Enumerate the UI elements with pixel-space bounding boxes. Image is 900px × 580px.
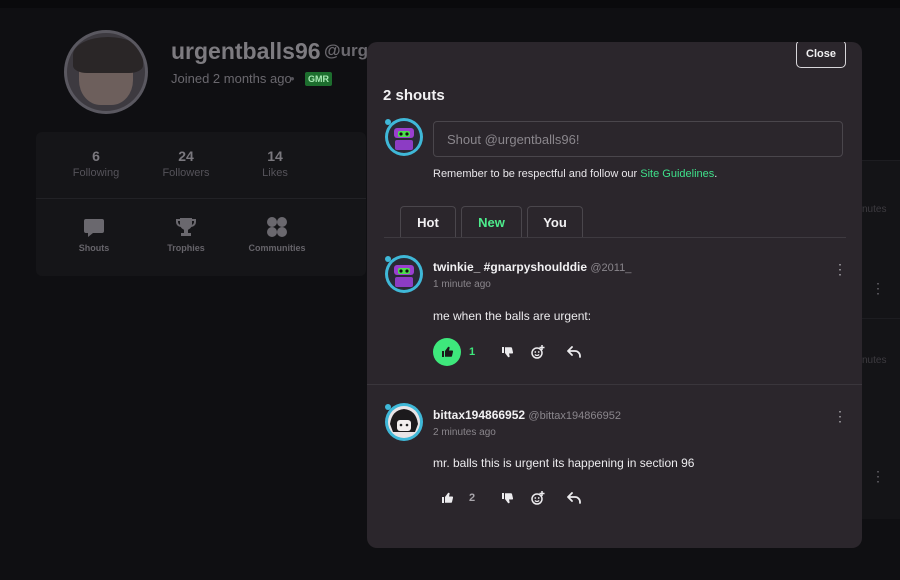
guidelines-notice: Remember to be respectful and follow our… (433, 168, 717, 180)
more-options-icon[interactable]: ⋮ (833, 262, 847, 276)
shout-count: 2 shouts (383, 87, 445, 104)
background-kebab-icon[interactable]: ⋮ (871, 468, 885, 485)
post-time: 1 minute ago (433, 279, 491, 290)
add-reaction-icon[interactable] (531, 338, 545, 366)
background-time-fragment: nutes (862, 204, 887, 215)
like-action[interactable]: 1 (433, 338, 475, 366)
profile-avatar[interactable] (64, 30, 148, 114)
post-divider (367, 384, 862, 385)
stat-label: Following (72, 167, 120, 179)
communities-icon (266, 216, 288, 238)
tabs-divider (384, 237, 846, 238)
nav-communities[interactable]: Communities (237, 216, 317, 253)
like-count: 2 (469, 492, 476, 504)
post-author[interactable]: bittax194866952 @bittax194866952 (433, 408, 621, 422)
author-handle: @bittax194866952 (528, 410, 621, 422)
post-author[interactable]: twinkie_ #gnarpyshoulddie @2011_ (433, 260, 631, 274)
author-handle: @2011_ (590, 262, 632, 274)
add-reaction-icon[interactable] (531, 484, 545, 512)
like-action[interactable]: 2 (433, 484, 475, 512)
close-button[interactable]: Close (796, 42, 846, 68)
stat-value: 14 (267, 148, 283, 164)
gmr-badge: GMR (305, 72, 332, 86)
post-avatar[interactable] (384, 254, 424, 294)
reply-icon[interactable] (567, 338, 581, 366)
guidelines-suffix: . (714, 168, 718, 180)
divider (36, 198, 366, 199)
stat-label: Followers (162, 167, 210, 179)
post-time: 2 minutes ago (433, 427, 496, 438)
profile-username: urgentballs96 (171, 38, 321, 64)
nav-label: Shouts (78, 243, 110, 253)
stat-likes[interactable]: 14 Likes (235, 148, 315, 179)
my-avatar (384, 117, 424, 157)
tab-you[interactable]: You (527, 206, 583, 238)
author-name: bittax194866952 (433, 408, 526, 422)
stat-label: Likes (262, 167, 288, 179)
joined-separator: • (290, 71, 295, 86)
post-avatar[interactable] (384, 402, 424, 442)
more-options-icon[interactable]: ⋮ (833, 409, 847, 423)
background-time-fragment: nutes (862, 355, 887, 366)
stat-followers[interactable]: 24 Followers (146, 148, 226, 179)
nav-trophies[interactable]: Trophies (146, 216, 226, 253)
site-guidelines-link[interactable]: Site Guidelines (640, 168, 714, 180)
avatar-hair (73, 37, 143, 73)
shout-input[interactable] (433, 121, 843, 157)
stat-value: 24 (178, 148, 194, 164)
reply-icon[interactable] (567, 484, 581, 512)
thumbs-up-icon[interactable] (433, 484, 461, 512)
profile-joined: Joined 2 months ago (171, 71, 292, 86)
background-kebab-icon[interactable]: ⋮ (871, 280, 885, 297)
trophy-icon (175, 216, 197, 238)
stat-value: 6 (92, 148, 100, 164)
guidelines-text: Remember to be respectful and follow our (433, 168, 641, 180)
stats-card: 6 Following 24 Followers 14 Likes Shouts… (36, 132, 366, 276)
tab-new[interactable]: New (461, 206, 522, 238)
author-name: twinkie_ #gnarpyshoulddie (433, 260, 588, 274)
shouts-modal: Close 2 shouts Remember to be respectful… (367, 42, 862, 548)
thumbs-up-icon[interactable] (433, 338, 461, 366)
background-shout-card (860, 318, 900, 519)
post-body: me when the balls are urgent: (433, 309, 592, 323)
like-count: 1 (469, 346, 476, 358)
stat-following[interactable]: 6 Following (56, 148, 136, 179)
nav-label: Communities (248, 243, 306, 253)
tab-hot[interactable]: Hot (400, 206, 456, 238)
thumbs-down-icon[interactable] (501, 338, 513, 366)
post-body: mr. balls this is urgent its happening i… (433, 456, 695, 470)
nav-shouts[interactable]: Shouts (54, 216, 134, 253)
nav-label: Trophies (167, 243, 205, 253)
thumbs-down-icon[interactable] (501, 484, 513, 512)
speech-bubble-icon (83, 216, 105, 238)
